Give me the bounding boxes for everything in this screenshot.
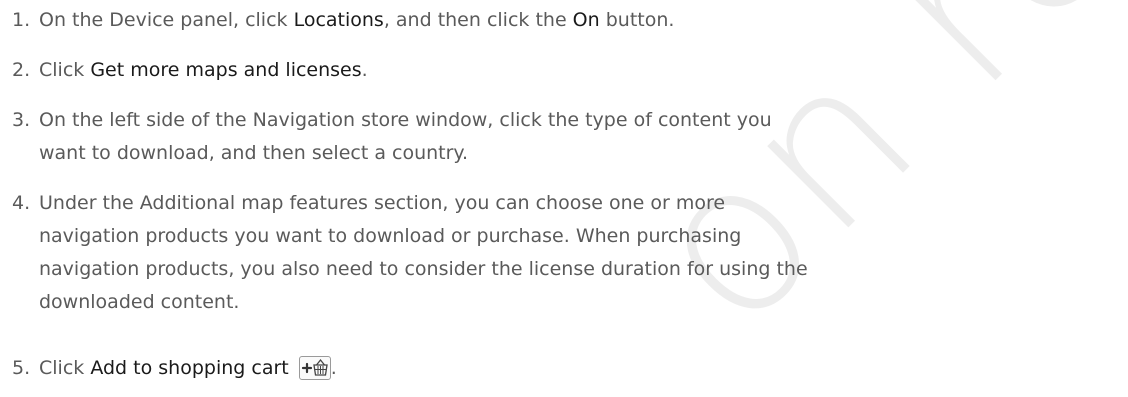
- step-text: Under the Additional map features sectio…: [39, 187, 1074, 319]
- step-number: 1.: [12, 9, 31, 31]
- text-line: downloaded content.: [39, 291, 240, 313]
- step-number: 5.: [12, 357, 31, 379]
- text-segment: [289, 357, 295, 379]
- step-text: Click Get more maps and licenses.: [39, 54, 1074, 87]
- step-number: 4.: [12, 192, 31, 214]
- step-number: 3.: [12, 109, 31, 131]
- step-text: On the left side of the Navigation store…: [39, 104, 1074, 170]
- text-line: navigation products, you also need to co…: [39, 258, 808, 280]
- on-button-label: On: [572, 9, 600, 31]
- locations-label: Locations: [293, 9, 384, 31]
- text-line: On the left side of the Navigation store…: [39, 109, 772, 131]
- step-text: On the Device panel, click Locations, an…: [39, 4, 1074, 37]
- text-line: Under the Additional map features sectio…: [39, 192, 726, 214]
- text-segment: On the Device panel, click: [39, 9, 294, 31]
- text-line: navigation products you want to download…: [39, 225, 742, 247]
- text-segment: , and then click the: [383, 9, 573, 31]
- step-number: 2.: [12, 59, 31, 81]
- text-segment: .: [330, 357, 337, 379]
- text-segment: Click: [39, 357, 91, 379]
- text-segment: Click: [39, 59, 91, 81]
- text-segment: .: [361, 59, 368, 81]
- step-text: Click Add to shopping cart .: [39, 352, 1074, 385]
- get-more-maps-label: Get more maps and licenses: [90, 59, 362, 81]
- add-to-cart-icon: [298, 356, 331, 380]
- text-line: want to download, and then select a coun…: [39, 142, 468, 164]
- text-segment: button.: [599, 9, 675, 31]
- add-to-cart-label: Add to shopping cart: [90, 357, 289, 379]
